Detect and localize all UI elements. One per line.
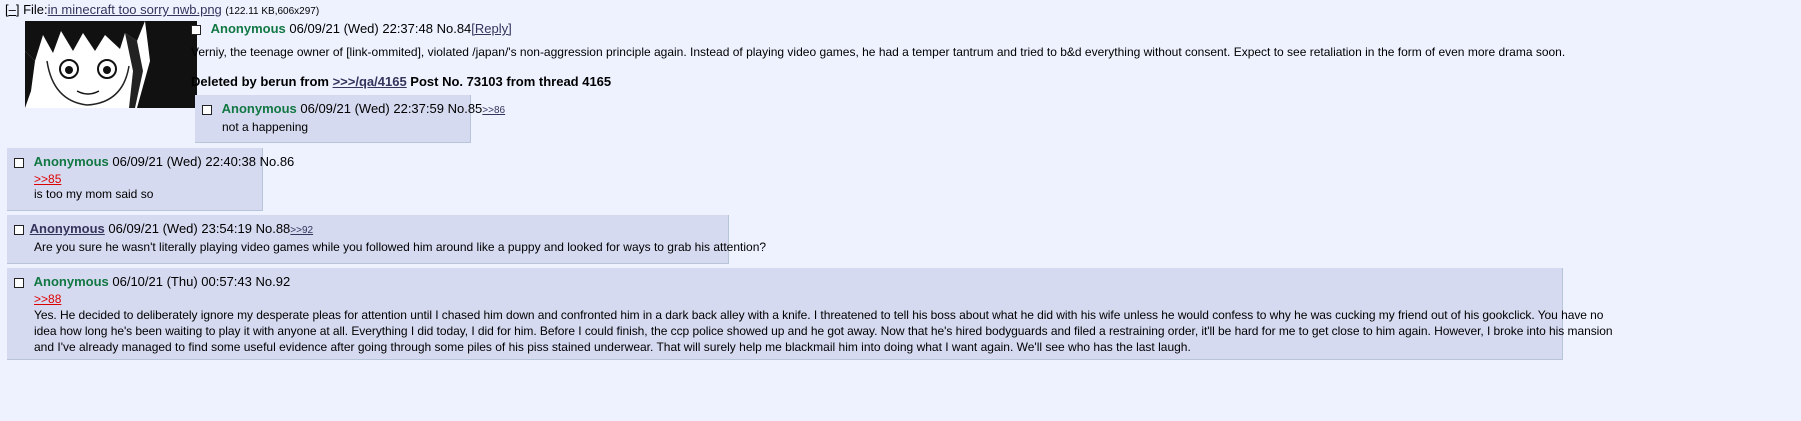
op-post-checkbox[interactable] <box>191 24 201 35</box>
backlink[interactable]: >>86 <box>482 105 505 116</box>
op-poster-name: Anonymous <box>210 21 286 36</box>
poster-name: Anonymous <box>221 101 297 116</box>
post-header: Anonymous 06/10/21 (Thu) 00:57:43 No.92 <box>14 274 290 289</box>
anime-face-image <box>25 21 197 108</box>
file-label: File: <box>23 2 48 17</box>
reply-post-85: Anonymous 06/09/21 (Wed) 22:37:59 No.85>… <box>195 95 505 143</box>
collapse-toggle[interactable]: [–] <box>5 2 19 17</box>
deleted-notice-thread-link[interactable]: >>>/qa/4165 <box>333 74 407 89</box>
op-post-number[interactable]: No.84 <box>437 21 472 36</box>
post-message: Are you sure he wasn't literally playing… <box>34 240 767 254</box>
backlink[interactable]: >>92 <box>290 225 313 236</box>
post-number[interactable]: No.92 <box>256 274 291 289</box>
poster-name: Anonymous <box>33 154 109 169</box>
post-number[interactable]: No.86 <box>260 154 295 169</box>
file-meta: (122.11 KB,606x297) <box>225 6 320 17</box>
deleted-notice-suffix: Post No. 73103 from thread 4165 <box>406 74 612 89</box>
post-message-line: idea how long he's been waiting to play … <box>34 324 1613 338</box>
deleted-notice: Deleted by berun from >>>/qa/4165 Post N… <box>191 74 611 89</box>
op-post-date: 06/09/21 (Wed) 22:37:48 <box>289 21 433 36</box>
post-checkbox[interactable] <box>14 157 24 168</box>
reply-post-92: Anonymous 06/10/21 (Thu) 00:57:43 No.92 … <box>7 268 1613 360</box>
poster-name[interactable]: Anonymous <box>30 221 105 236</box>
file-info: [–] File:in minecraft too sorry nwb.png … <box>5 2 319 17</box>
quote-link[interactable]: >>88 <box>34 292 61 306</box>
post-header: Anonymous 06/09/21 (Wed) 23:54:19 No.88>… <box>14 221 313 236</box>
op-post-header: Anonymous 06/09/21 (Wed) 22:37:48 No.84[… <box>191 21 512 36</box>
reply-post-88: Anonymous 06/09/21 (Wed) 23:54:19 No.88>… <box>7 215 766 264</box>
post-header: Anonymous 06/09/21 (Wed) 22:37:59 No.85>… <box>202 101 505 116</box>
post-checkbox[interactable] <box>202 104 212 115</box>
post-image-thumbnail[interactable] <box>25 21 197 108</box>
post-number[interactable]: No.85 <box>448 101 483 116</box>
post-message: not a happening <box>222 120 309 134</box>
post-checkbox[interactable] <box>14 277 24 288</box>
post-date: 06/09/21 (Wed) 22:37:59 <box>300 101 444 116</box>
quote-link[interactable]: >>85 <box>34 172 61 186</box>
post-checkbox[interactable] <box>14 224 24 235</box>
op-reply-link[interactable]: [Reply] <box>471 21 511 36</box>
post-message: is too my mom said so <box>34 187 154 201</box>
file-name-link[interactable]: in minecraft too sorry nwb.png <box>48 2 222 17</box>
post-header: Anonymous 06/09/21 (Wed) 22:40:38 No.86 <box>14 154 294 169</box>
post-date: 06/09/21 (Wed) 23:54:19 <box>108 221 252 236</box>
poster-name: Anonymous <box>33 274 109 289</box>
post-message: Yes. He decided to deliberately ignore m… <box>34 307 1613 355</box>
op-post-message: Verniy, the teenage owner of [link-ommit… <box>191 45 1566 59</box>
post-message-line: and I've already managed to find some us… <box>34 340 1191 354</box>
post-message-line: Yes. He decided to deliberately ignore m… <box>34 308 1604 322</box>
post-date: 06/10/21 (Thu) 00:57:43 <box>112 274 252 289</box>
post-number[interactable]: No.88 <box>256 221 291 236</box>
deleted-notice-prefix: Deleted by berun from <box>191 74 333 89</box>
post-date: 06/09/21 (Wed) 22:40:38 <box>112 154 256 169</box>
reply-post-86: Anonymous 06/09/21 (Wed) 22:40:38 No.86 … <box>7 148 294 211</box>
